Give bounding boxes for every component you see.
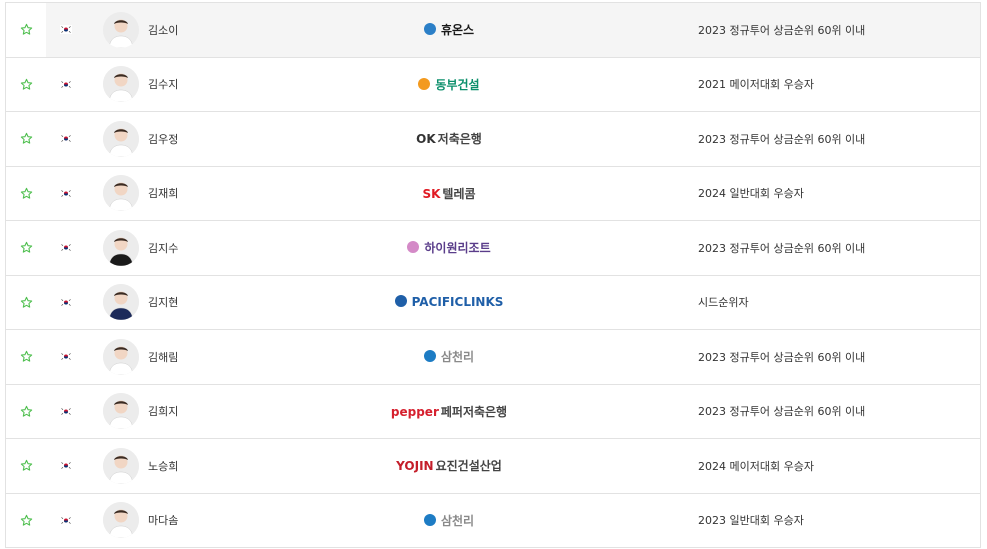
favorite-star-icon[interactable] <box>6 494 46 548</box>
favorite-star-icon[interactable] <box>6 167 46 221</box>
sponsor-mark-icon <box>394 295 407 308</box>
qualification-text: 2023 정규투어 상금순위 60위 이내 <box>698 23 866 37</box>
sponsor-name: 동부건설 <box>435 77 480 92</box>
sponsor-logo: SK 텔레콤 <box>404 181 494 205</box>
player-row[interactable]: 김지수 하이원리조트 2023 정규투어 상금순위 60위 이내 <box>6 221 980 276</box>
player-row[interactable]: 마다솜 삼천리 2023 일반대회 우승자 <box>6 494 980 548</box>
qualification-text: 2021 메이저대회 우승자 <box>698 78 814 92</box>
avatar[interactable] <box>86 120 156 157</box>
korea-flag-icon <box>46 352 86 362</box>
sponsor-logo: YOJIN 요진건설산업 <box>396 454 502 478</box>
player-row[interactable]: 김수지 동부건설 2021 메이저대회 우승자 <box>6 58 980 112</box>
favorite-star-icon[interactable] <box>6 439 46 493</box>
favorite-star-icon[interactable] <box>6 221 46 275</box>
player-name[interactable]: 노승희 <box>148 458 178 474</box>
korea-flag-icon <box>46 461 86 471</box>
sponsor-prefix: pepper <box>390 404 439 419</box>
sponsor-name: 요진건설산업 <box>435 459 502 474</box>
sponsor-prefix: OK <box>416 132 436 147</box>
korea-flag-icon <box>46 188 86 198</box>
sponsor-prefix: YOJIN <box>396 459 434 474</box>
avatar[interactable] <box>86 175 156 212</box>
sponsor-name: 텔레콤 <box>442 186 476 201</box>
qualification-text: 2024 일반대회 우승자 <box>698 187 804 201</box>
favorite-star-icon[interactable] <box>6 330 46 384</box>
player-row[interactable]: 김희지 pepper 페퍼저축은행 2023 정규투어 상금순위 60위 이내 <box>6 385 980 439</box>
avatar[interactable] <box>86 338 156 375</box>
sponsor-prefix: SK <box>422 186 441 201</box>
favorite-star-icon[interactable] <box>6 112 46 166</box>
qualification-text: 2023 정규투어 상금순위 60위 이내 <box>698 241 866 255</box>
sponsor-name: 삼천리 <box>440 350 475 365</box>
player-name[interactable]: 김수지 <box>148 76 178 92</box>
player-name[interactable]: 김우정 <box>148 131 178 147</box>
favorite-star-icon[interactable] <box>6 276 46 330</box>
sponsor-name: PACIFICLINKS <box>411 295 504 310</box>
player-row[interactable]: 김해림 삼천리 2023 정규투어 상금순위 60위 이내 <box>6 330 980 385</box>
sponsor-name: 휴온스 <box>440 23 475 38</box>
sponsor-logo: 삼천리 <box>404 345 494 369</box>
sponsor-logo: OK 저축은행 <box>404 127 494 151</box>
player-name[interactable]: 김해림 <box>148 349 178 365</box>
sponsor-name: 페퍼저축은행 <box>440 404 508 419</box>
korea-flag-icon <box>46 25 86 35</box>
favorite-star-icon[interactable] <box>6 58 46 112</box>
player-row[interactable]: 김지현 PACIFICLINKS 시드순위자 <box>6 276 980 330</box>
korea-flag-icon <box>46 297 86 307</box>
player-name[interactable]: 김재희 <box>148 185 178 201</box>
player-name[interactable]: 김지수 <box>148 240 178 256</box>
qualification-text: 2023 정규투어 상금순위 60위 이내 <box>698 132 866 146</box>
avatar[interactable] <box>86 229 156 266</box>
sponsor-logo: 휴온스 <box>404 18 494 42</box>
player-row[interactable]: 김소이 휴온스 2023 정규투어 상금순위 60위 이내 <box>6 3 980 58</box>
player-row[interactable]: 김재희 SK 텔레콤 2024 일반대회 우승자 <box>6 167 980 221</box>
sponsor-name: 삼천리 <box>440 513 475 528</box>
player-row[interactable]: 노승희 YOJIN 요진건설산업 2024 메이저대회 우승자 <box>6 439 980 494</box>
sponsor-mark-icon <box>423 350 436 363</box>
qualification-text: 2023 일반대회 우승자 <box>698 514 804 528</box>
qualification-text: 시드순위자 <box>698 296 749 310</box>
avatar[interactable] <box>86 502 156 539</box>
favorite-star-icon[interactable] <box>6 385 46 439</box>
korea-flag-icon <box>46 134 86 144</box>
favorite-star-icon[interactable] <box>6 3 46 57</box>
sponsor-name: 하이원리조트 <box>424 241 491 256</box>
player-table: 김소이 휴온스 2023 정규투어 상금순위 60위 이내 김수지 동부건설 2021 메… <box>5 2 981 548</box>
avatar[interactable] <box>86 66 156 103</box>
sponsor-name: 저축은행 <box>437 132 482 147</box>
avatar[interactable] <box>86 393 156 430</box>
sponsor-mark-icon <box>418 77 431 90</box>
avatar[interactable] <box>86 447 156 484</box>
player-name[interactable]: 김희지 <box>148 403 178 419</box>
sponsor-logo: 삼천리 <box>404 508 494 532</box>
avatar[interactable] <box>86 11 156 48</box>
player-name[interactable]: 김지현 <box>148 294 178 310</box>
korea-flag-icon <box>46 79 86 89</box>
korea-flag-icon <box>46 406 86 416</box>
sponsor-mark-icon <box>423 23 436 36</box>
sponsor-logo: pepper 페퍼저축은행 <box>391 399 507 423</box>
sponsor-mark-icon <box>407 241 420 254</box>
sponsor-mark-icon <box>423 513 436 526</box>
player-row[interactable]: 김우정 OK 저축은행 2023 정규투어 상금순위 60위 이내 <box>6 112 980 167</box>
sponsor-logo: 동부건설 <box>404 72 494 96</box>
sponsor-logo: 하이원리조트 <box>404 236 494 260</box>
korea-flag-icon <box>46 515 86 525</box>
qualification-text: 2023 정규투어 상금순위 60위 이내 <box>698 405 866 419</box>
player-name[interactable]: 김소이 <box>148 22 178 38</box>
sponsor-logo: PACIFICLINKS <box>394 290 503 314</box>
qualification-text: 2024 메이저대회 우승자 <box>698 459 814 473</box>
qualification-text: 2023 정규투어 상금순위 60위 이내 <box>698 350 866 364</box>
korea-flag-icon <box>46 243 86 253</box>
avatar[interactable] <box>86 284 156 321</box>
player-name[interactable]: 마다솜 <box>148 512 178 528</box>
